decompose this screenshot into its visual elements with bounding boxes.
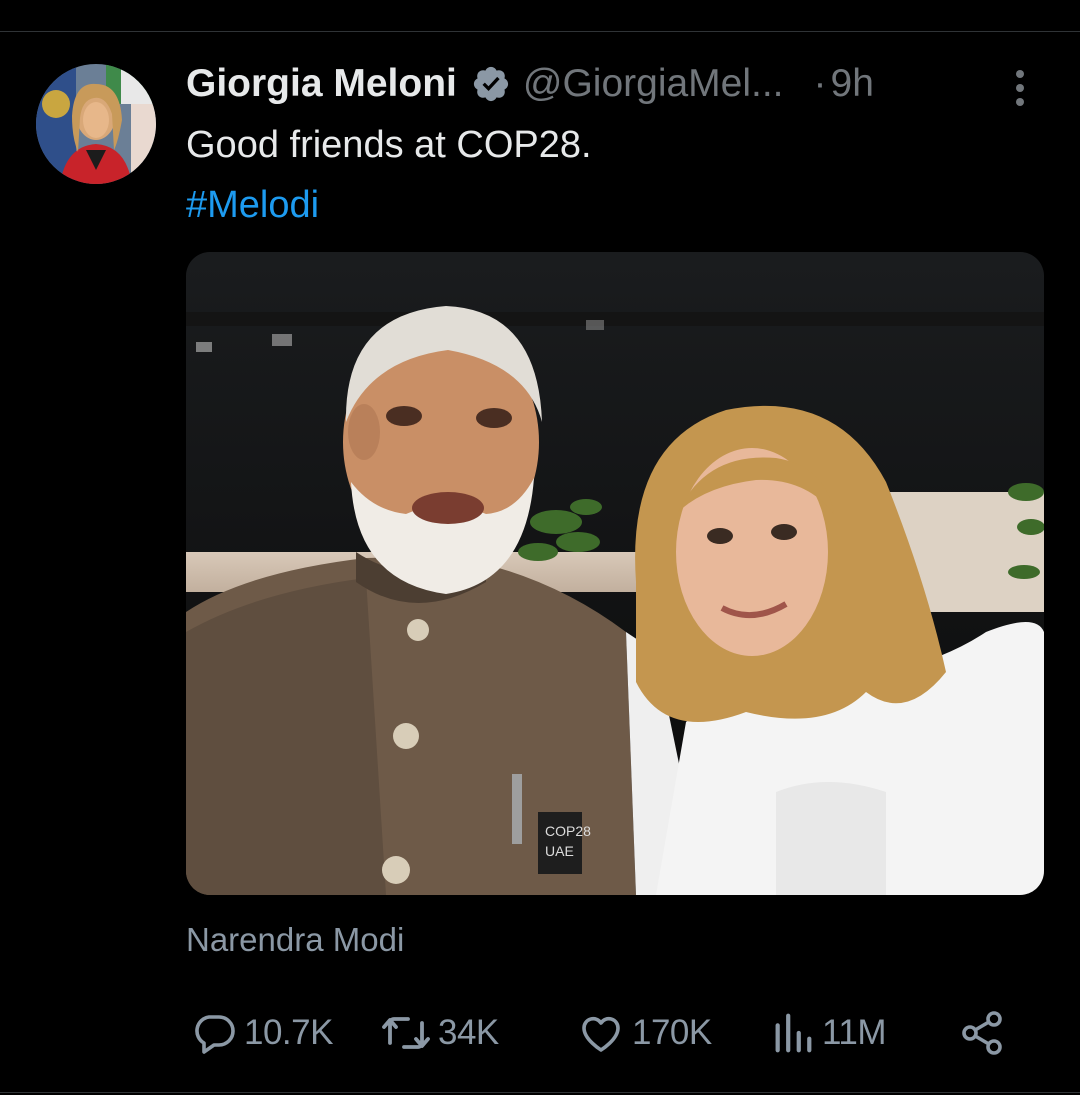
svg-text:UAE: UAE — [545, 843, 574, 859]
repost-button[interactable]: 34K — [380, 1005, 499, 1061]
more-vertical-icon[interactable] — [1008, 66, 1032, 110]
tweet-header: Giorgia Meloni @GiorgiaMel... · 9h — [186, 58, 1046, 110]
author-avatar[interactable] — [36, 64, 156, 184]
photo-tag[interactable]: Narendra Modi — [186, 918, 404, 962]
reply-button[interactable]: 10.7K — [190, 1005, 333, 1061]
author-handle[interactable]: @GiorgiaMel... — [523, 62, 784, 106]
svg-text:COP28: COP28 — [545, 823, 591, 839]
hashtag-link[interactable]: #Melodi — [186, 178, 319, 232]
like-count: 170K — [632, 1013, 712, 1052]
tweet-timestamp[interactable]: 9h — [831, 62, 874, 106]
repost-icon — [382, 1017, 430, 1049]
tweet-actions: 10.7K 34K 170K 11M — [186, 1005, 1016, 1061]
tweet-photo[interactable]: COP28 UAE — [186, 252, 1044, 895]
views-button[interactable]: 11M — [770, 1005, 887, 1061]
heart-icon — [582, 1016, 620, 1052]
views-chart-icon — [775, 1013, 812, 1053]
bottom-divider — [0, 1092, 1080, 1093]
view-count: 11M — [822, 1013, 887, 1052]
verified-badge-icon — [473, 66, 508, 102]
top-divider — [0, 31, 1080, 32]
separator-dot: · — [813, 62, 827, 105]
reply-count: 10.7K — [244, 1013, 333, 1052]
author-name[interactable]: Giorgia Meloni — [186, 62, 457, 106]
like-button[interactable]: 170K — [576, 1005, 712, 1061]
repost-count: 34K — [438, 1013, 499, 1052]
reply-icon — [195, 1015, 235, 1054]
tweet-text: Good friends at COP28. — [186, 124, 592, 166]
share-button[interactable] — [958, 1005, 1006, 1061]
share-icon — [962, 1011, 1002, 1055]
